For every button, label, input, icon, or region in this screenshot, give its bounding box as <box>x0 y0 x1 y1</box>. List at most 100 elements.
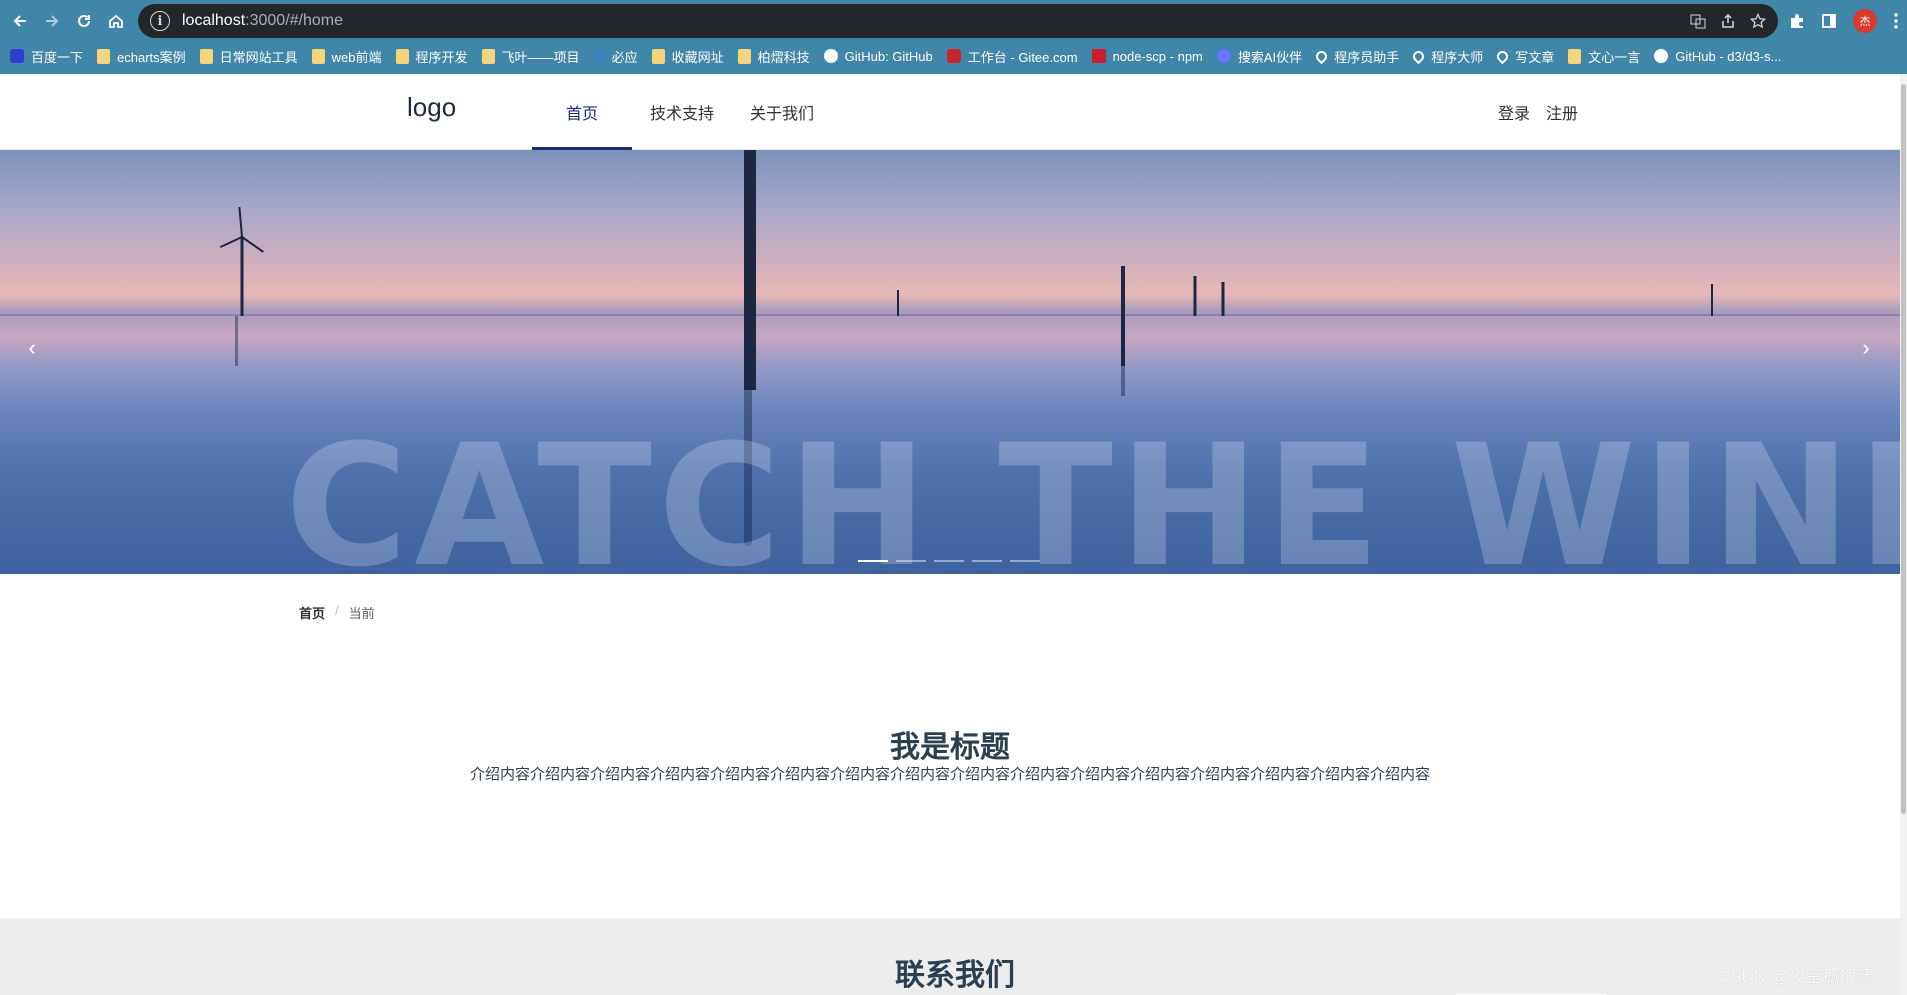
carousel-indicator[interactable] <box>858 560 888 562</box>
breadcrumb-current: 当前 <box>348 606 375 621</box>
github-icon <box>823 49 838 63</box>
bookmark-item[interactable]: 程序大师 <box>1410 47 1484 66</box>
wind-turbine <box>1192 276 1198 316</box>
bookmark-label: 搜索AI伙伴 <box>1237 49 1303 65</box>
carousel-indicator[interactable] <box>1010 560 1040 562</box>
browser-chrome: i localhost:3000/#/home 杰 百度一下 echarts案例 日… <box>0 0 1907 74</box>
menu-item-tech-support[interactable]: 技术支持 <box>632 74 732 150</box>
location-pin-icon <box>1313 48 1330 64</box>
folder-icon <box>395 48 409 64</box>
bookmark-label: 程序开发 <box>415 49 468 65</box>
hero-carousel[interactable]: CATCH THE WIND ‹ › <box>0 150 1900 574</box>
info-icon[interactable]: i <box>150 11 170 31</box>
sea-horizon <box>0 314 1900 316</box>
folder-icon <box>97 48 111 64</box>
menu-item-home[interactable]: 首页 <box>532 74 632 150</box>
contact-section: 联系我们 <box>0 918 1900 995</box>
chevron-right-icon: › <box>1862 335 1870 360</box>
bookmark-label: 必应 <box>611 49 638 65</box>
omnibox-actions <box>1690 4 1766 38</box>
csdn-watermark: CSDN @夜空孤狼啸 <box>1718 967 1874 986</box>
page-scrollbar[interactable] <box>1900 74 1907 995</box>
share-icon[interactable] <box>1720 13 1736 29</box>
back-button[interactable] <box>4 5 36 37</box>
bookmark-item[interactable]: 百度一下 <box>10 47 83 66</box>
breadcrumb-home[interactable]: 首页 <box>299 603 325 622</box>
location-pin-icon <box>1494 48 1511 64</box>
arrow-right-icon <box>46 15 59 27</box>
bookmark-item[interactable]: 写文章 <box>1494 47 1555 66</box>
section-intro: 介绍内容介绍内容介绍内容介绍内容介绍内容介绍内容介绍内容介绍内容介绍内容介绍内容… <box>469 766 1430 783</box>
main-menu: 首页 技术支持 关于我们 <box>532 74 832 150</box>
bookmark-item[interactable]: 搜索AI伙伴 <box>1216 47 1303 66</box>
github-icon <box>1654 49 1669 63</box>
wind-turbine <box>1220 282 1226 316</box>
turbine-reflection <box>1121 316 1125 396</box>
menu-item-about[interactable]: 关于我们 <box>732 74 832 150</box>
star-icon[interactable] <box>1750 13 1766 29</box>
bookmark-label: 飞叶——项目 <box>501 49 580 65</box>
section-title: 我是标题 <box>890 731 1010 764</box>
side-panel-icon[interactable] <box>1821 13 1837 29</box>
scrollbar-thumb[interactable] <box>1901 84 1906 814</box>
carousel-next-button[interactable]: › <box>1848 330 1884 366</box>
breadcrumb: 首页 / 当前 <box>299 603 375 622</box>
browser-actions: 杰 <box>1789 4 1899 38</box>
carousel-indicator[interactable] <box>972 560 1002 562</box>
bookmark-item[interactable]: 日常网站工具 <box>199 47 298 66</box>
home-button[interactable] <box>100 5 132 37</box>
bookmark-item[interactable]: node-scp - npm <box>1091 49 1203 64</box>
site-favicon-icon <box>1216 49 1231 63</box>
wind-turbine <box>896 290 900 316</box>
folder-icon <box>199 48 213 64</box>
bookmark-label: 文心一言 <box>1588 49 1641 65</box>
bookmark-item[interactable]: echarts案例 <box>97 47 186 66</box>
bookmark-item[interactable]: 程序开发 <box>395 47 468 66</box>
reload-button[interactable] <box>68 5 100 37</box>
bookmark-item[interactable]: 飞叶——项目 <box>481 47 580 66</box>
url-path: :3000/#/home <box>245 12 344 29</box>
bookmark-label: web前端 <box>331 49 382 65</box>
bookmark-item[interactable]: 必应 <box>593 47 638 66</box>
bookmark-label: 写文章 <box>1515 49 1555 65</box>
bookmark-label: 程序大师 <box>1431 49 1484 65</box>
browser-toolbar: i localhost:3000/#/home 杰 <box>0 0 1907 42</box>
profile-avatar[interactable]: 杰 <box>1853 9 1877 33</box>
bookmark-item[interactable]: 文心一言 <box>1568 47 1640 66</box>
carousel-indicator[interactable] <box>896 560 926 562</box>
bookmark-item[interactable]: GitHub - d3/d3-s... <box>1654 49 1781 64</box>
puzzle-icon[interactable] <box>1789 13 1805 29</box>
bookmarks-bar: 百度一下 echarts案例 日常网站工具 web前端 程序开发 飞叶——项目 必应 收藏网址… <box>0 42 1907 70</box>
carousel-prev-button[interactable]: ‹ <box>14 330 50 366</box>
bookmark-item[interactable]: 程序员助手 <box>1313 47 1399 66</box>
home-icon <box>109 14 123 28</box>
bookmark-item[interactable]: GitHub: GitHub <box>823 49 933 64</box>
folder-icon <box>651 48 665 64</box>
site-logo[interactable]: logo <box>407 92 456 123</box>
translate-icon[interactable] <box>1690 13 1706 29</box>
address-bar[interactable]: i localhost:3000/#/home <box>138 4 1778 38</box>
wind-turbine <box>1710 284 1714 316</box>
bookmark-item[interactable]: web前端 <box>311 47 382 66</box>
arrow-left-icon <box>13 15 26 27</box>
register-link[interactable]: 注册 <box>1546 100 1578 124</box>
bookmark-label: GitHub - d3/d3-s... <box>1675 48 1782 64</box>
bookmark-label: 收藏网址 <box>671 49 724 65</box>
login-link[interactable]: 登录 <box>1498 100 1530 124</box>
search-icon <box>593 50 605 62</box>
bookmark-label: 日常网站工具 <box>219 49 298 65</box>
carousel-indicator[interactable] <box>934 560 964 562</box>
chevron-left-icon: ‹ <box>28 335 36 360</box>
slide-caption: CATCH THE WIND <box>285 408 1900 574</box>
bookmark-item[interactable]: 收藏网址 <box>651 47 724 66</box>
kebab-menu-icon[interactable] <box>1893 12 1899 30</box>
web-page: logo 首页 技术支持 关于我们 登录 注册 CATCH THE WIND ‹… <box>0 74 1907 995</box>
folder-icon <box>311 48 325 64</box>
bookmark-label: 百度一下 <box>31 49 84 65</box>
reload-icon <box>78 14 90 27</box>
bookmark-item[interactable]: 柏熠科技 <box>737 47 810 66</box>
forward-button[interactable] <box>36 5 68 37</box>
url-text[interactable]: localhost:3000/#/home <box>182 12 343 30</box>
bookmark-label: echarts案例 <box>117 49 186 65</box>
bookmark-item[interactable]: 工作台 - Gitee.com <box>946 47 1078 66</box>
